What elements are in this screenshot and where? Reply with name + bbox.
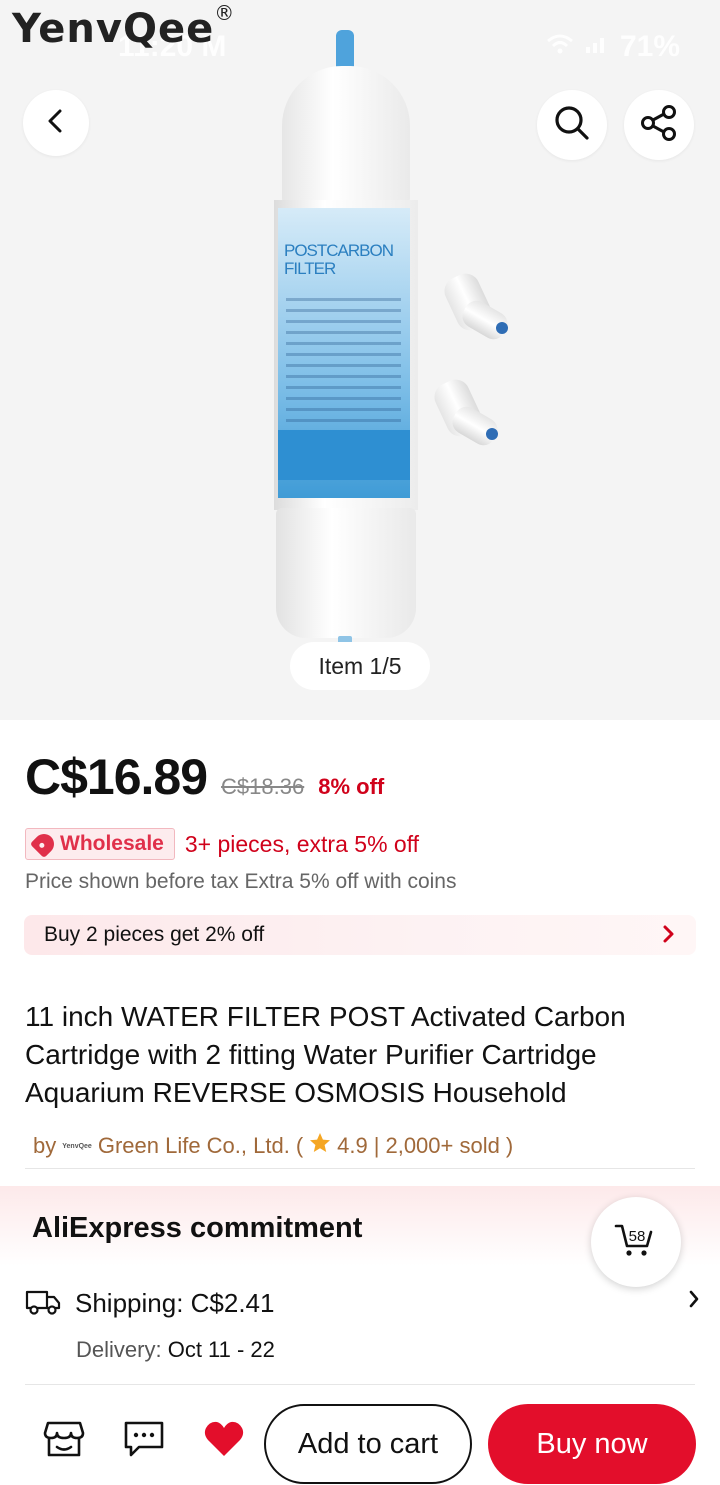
product-title: 11 inch WATER FILTER POST Activated Carb… <box>25 1001 626 1108</box>
wifi-icon <box>546 33 574 61</box>
heart-icon <box>203 1420 245 1463</box>
filter-label-text: POSTCARBON FILTER <box>284 241 394 278</box>
rating-separator: | <box>373 1133 380 1158</box>
cart-icon: 58 <box>613 1222 659 1263</box>
bundle-promo-bar[interactable]: Buy 2 pieces get 2% off <box>24 915 696 955</box>
commitment-title: AliExpress commitment <box>32 1212 363 1244</box>
price-row: C$16.89 C$18.36 8% off <box>25 748 384 806</box>
bottom-action-bar: Add to cart Buy now <box>0 1395 720 1485</box>
seller-prefix: by <box>33 1133 57 1158</box>
close-paren: ) <box>505 1133 514 1158</box>
add-to-cart-button[interactable]: Add to cart <box>264 1404 472 1484</box>
bundle-promo-text: Buy 2 pieces get 2% off <box>44 923 265 946</box>
chat-button[interactable] <box>122 1419 166 1463</box>
truck-icon <box>25 1286 61 1321</box>
cart-floating-button[interactable]: 58 <box>591 1197 681 1287</box>
fitting-image <box>429 374 502 450</box>
divider <box>25 1168 695 1169</box>
buy-now-button[interactable]: Buy now <box>488 1404 696 1484</box>
wholesale-badge: Wholesale <box>25 828 175 860</box>
store-button[interactable] <box>42 1419 86 1463</box>
status-bar-right: 71% <box>546 30 680 64</box>
seller-logo: YenvQee <box>62 1142 92 1150</box>
original-price: C$18.36 <box>221 774 305 799</box>
delivery-dates: Oct 11 - 22 <box>167 1337 275 1362</box>
cart-count: 58 <box>629 1228 646 1245</box>
seller-row[interactable]: by YenvQee Green Life Co., Ltd. ( 4.9 | … <box>33 1132 513 1160</box>
wholesale-row[interactable]: Wholesale 3+ pieces, extra 5% off <box>25 828 419 860</box>
chat-icon <box>123 1419 165 1464</box>
seller-name[interactable]: Green Life Co., Ltd. <box>98 1133 290 1159</box>
brand-logo: YenvQee® <box>12 0 236 52</box>
tax-note: Price shown before tax Extra 5% off with… <box>25 870 457 893</box>
sold-count: 2,000+ sold <box>385 1133 500 1158</box>
image-counter: Item 1/5 <box>290 642 430 690</box>
chevron-right-icon <box>662 920 676 951</box>
search-icon <box>553 104 591 147</box>
search-button[interactable] <box>537 90 607 160</box>
shipping-chevron-icon[interactable] <box>688 1288 700 1317</box>
shipping-row[interactable]: Shipping: C$2.41 <box>25 1286 274 1321</box>
delivery-label: Delivery: <box>76 1337 162 1362</box>
current-price: C$16.89 <box>25 749 208 805</box>
back-arrow-icon <box>44 107 68 140</box>
product-image: POSTCARBON FILTER <box>260 30 430 670</box>
discount-percent: 8% off <box>318 774 385 799</box>
fitting-image <box>439 268 512 344</box>
open-paren: ( <box>295 1133 304 1158</box>
share-button[interactable] <box>624 90 694 160</box>
share-icon <box>639 103 679 148</box>
shipping-cost: Shipping: C$2.41 <box>75 1288 275 1318</box>
delivery-row: Delivery: Oct 11 - 22 <box>76 1337 275 1363</box>
signal-icon <box>584 33 610 61</box>
divider <box>25 1384 695 1385</box>
wishlist-button[interactable] <box>202 1419 246 1463</box>
product-image-gallery[interactable]: POSTCARBON FILTER 11:20 M 71% YenvQee® I… <box>0 0 720 720</box>
battery-percent: 71% <box>619 30 680 63</box>
tag-icon <box>29 829 59 859</box>
store-icon <box>43 1419 85 1464</box>
back-button[interactable] <box>23 90 89 156</box>
wholesale-offer-text: 3+ pieces, extra 5% off <box>184 830 420 857</box>
seller-rating: 4.9 <box>337 1133 368 1158</box>
star-icon <box>309 1132 331 1160</box>
